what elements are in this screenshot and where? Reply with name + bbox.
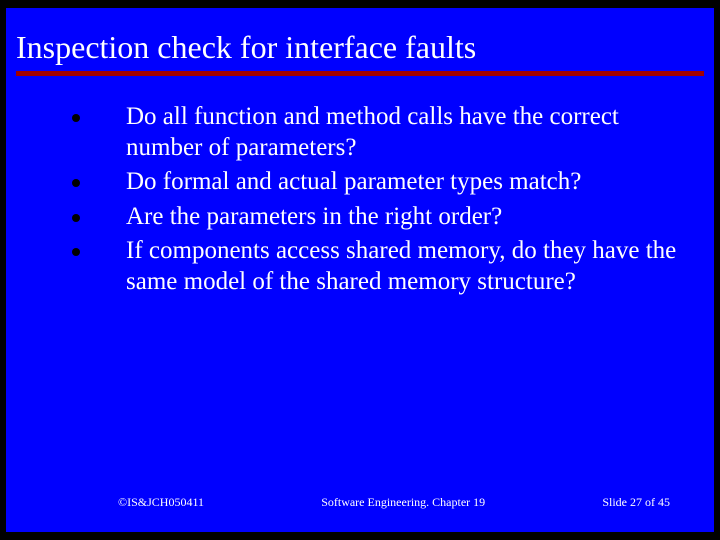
footer-left: ©IS&JCH050411 [118,495,204,510]
slide-title: Inspection check for interface faults [16,30,704,65]
bullet-item: Do all function and method calls have th… [66,102,678,163]
bullet-item: If components access shared memory, do t… [66,236,678,297]
bullet-item: Do formal and actual parameter types mat… [66,167,678,198]
footer-center: Software Engineering. Chapter 19 [204,495,602,510]
slide: Inspection check for interface faults Do… [6,8,714,532]
bullet-list: Do all function and method calls have th… [66,102,678,297]
body-area: Do all function and method calls have th… [6,76,714,495]
footer-right: Slide 27 of 45 [602,495,670,510]
title-area: Inspection check for interface faults [6,8,714,76]
bullet-text: Do all function and method calls have th… [126,103,619,161]
bullet-text: If components access shared memory, do t… [126,237,676,295]
bullet-text: Are the parameters in the right order? [126,203,502,230]
bullet-item: Are the parameters in the right order? [66,202,678,233]
footer: ©IS&JCH050411 Software Engineering. Chap… [6,495,714,532]
bullet-text: Do formal and actual parameter types mat… [126,168,581,195]
